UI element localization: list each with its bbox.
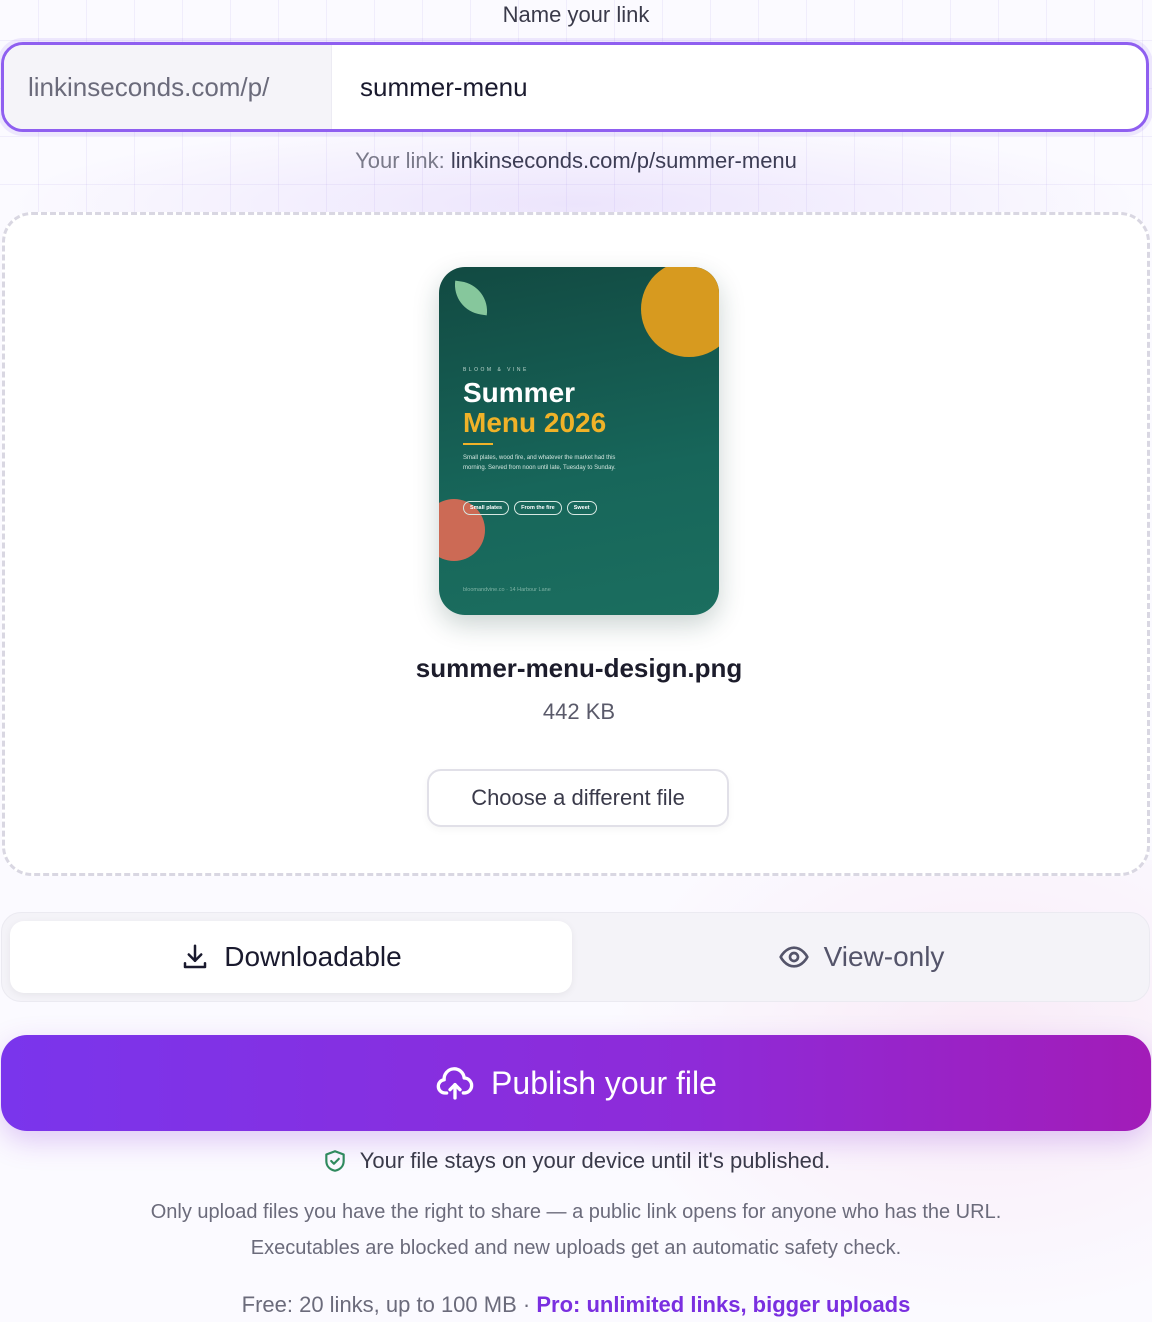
link-preview-url: linkinseconds.com/p/summer-menu <box>450 148 797 173</box>
plan-info: Free: 20 links, up to 100 MB · Pro: unli… <box>0 1292 1152 1318</box>
downloadable-label: Downloadable <box>224 941 402 972</box>
cloud-upload-icon <box>435 1063 475 1103</box>
free-plan-text: Free: 20 links, up to 100 MB · <box>241 1292 531 1317</box>
link-preview-label: Your link: <box>355 148 445 173</box>
thumbnail-leaf-shape <box>451 280 491 316</box>
file-thumbnail: BLOOM & VINE Summer Menu 2026 Small plat… <box>439 267 719 615</box>
thumbnail-chip: Sweet <box>566 501 597 515</box>
file-size: 442 KB <box>542 699 616 724</box>
publish-label: Publish your file <box>491 1064 717 1101</box>
upload-disclaimer: Only upload files you have the right to … <box>150 1201 1002 1259</box>
thumbnail-sun-shape <box>641 267 719 357</box>
safety-note: Your file stays on your device until it'… <box>0 1148 1152 1174</box>
shield-check-icon <box>322 1148 348 1174</box>
download-icon <box>180 942 210 972</box>
pro-plan-link[interactable]: Pro: unlimited links, bigger uploads <box>536 1292 910 1317</box>
url-prefix: linkinseconds.com/p/ <box>4 45 332 129</box>
link-name-label: Name your link <box>502 2 650 27</box>
safety-text: Your file stays on your device until it'… <box>359 1148 831 1173</box>
thumbnail-title-line2: Menu 2026 <box>463 407 607 438</box>
thumbnail-chip: From the fire <box>514 501 562 515</box>
thumbnail-brand: BLOOM & VINE <box>463 367 529 373</box>
eye-icon <box>778 941 810 973</box>
thumbnail-footer: bloomandvine.co · 14 Harbour Lane <box>463 587 551 593</box>
slug-input[interactable]: summer-menu <box>332 45 1146 129</box>
file-drop-zone[interactable]: BLOOM & VINE Summer Menu 2026 Small plat… <box>2 212 1150 876</box>
link-preview: Your link: linkinseconds.com/p/summer-me… <box>0 148 1152 174</box>
publish-file-button[interactable]: Publish your file <box>1 1035 1151 1131</box>
downloadable-option[interactable]: Downloadable <box>10 921 572 993</box>
thumbnail-title-line1: Summer <box>463 377 576 408</box>
file-name: summer-menu-design.png <box>415 653 743 683</box>
link-slug-field[interactable]: linkinseconds.com/p/ summer-menu <box>1 42 1149 132</box>
thumbnail-chip: Small plates <box>463 501 510 515</box>
choose-different-file-button[interactable]: Choose a different file <box>427 769 729 827</box>
access-mode-toggle: Downloadable View-only <box>1 912 1150 1002</box>
thumbnail-chips: Small plates From the fire Sweet <box>463 501 597 515</box>
view-only-label: View-only <box>823 941 945 972</box>
thumbnail-rule <box>463 443 493 445</box>
view-only-option[interactable]: View-only <box>580 921 1142 993</box>
thumbnail-blurb: Small plates, wood fire, and whatever th… <box>463 455 616 471</box>
